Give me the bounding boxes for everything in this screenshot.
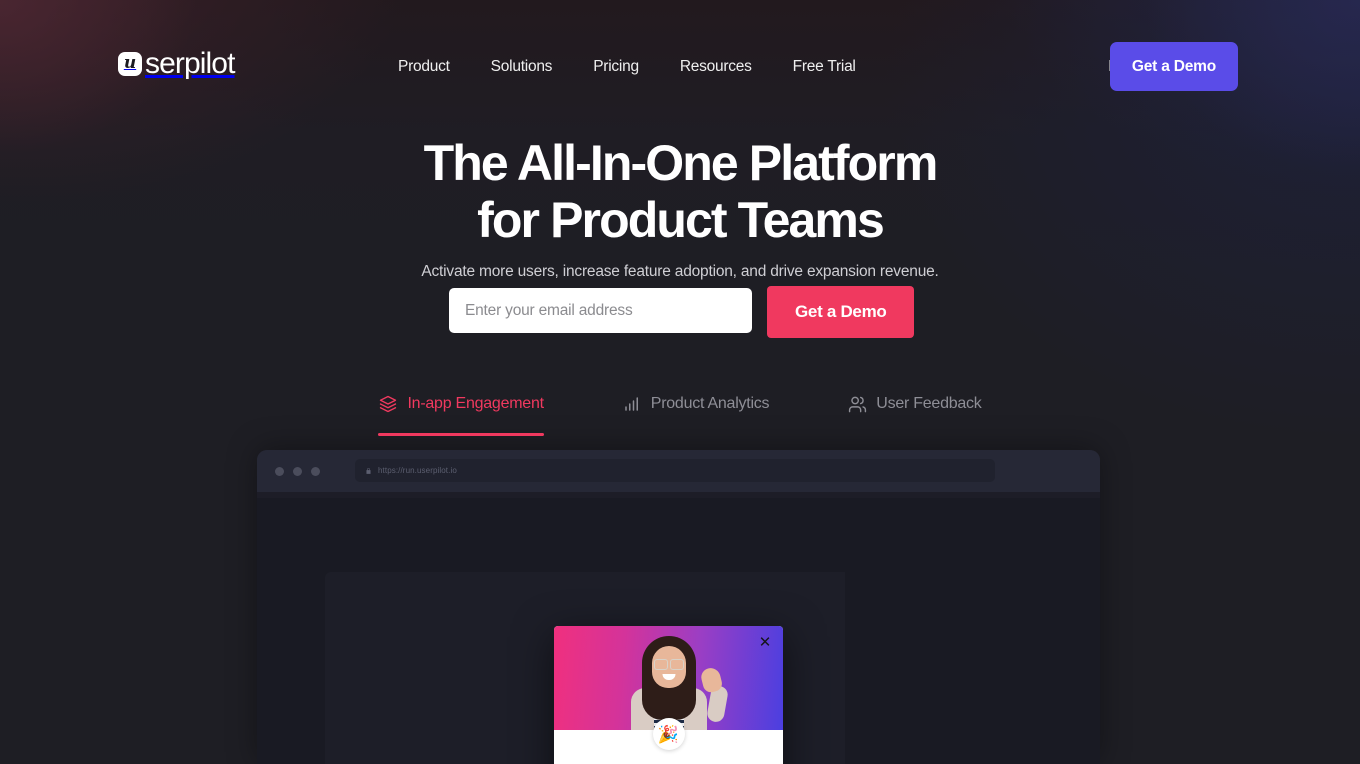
browser-url-bar[interactable]: https://run.userpilot.io [355, 459, 995, 482]
tab-label: Product Analytics [650, 395, 770, 412]
person-glasses [653, 659, 684, 670]
lock-icon [366, 467, 371, 474]
tab-active-underline [378, 433, 544, 436]
tab-in-app-engagement[interactable]: In-app Engagement [378, 386, 544, 436]
traffic-light-close-icon [275, 466, 284, 476]
feature-tabs: In-app Engagement Product Analytics User… [0, 386, 1360, 436]
logo-mark-icon: u [118, 52, 142, 76]
welcome-modal: ✕ 🎉 Hey {{name}}, 🤗 Welcome to Campfire! [554, 626, 783, 764]
tab-user-feedback[interactable]: User Feedback [847, 386, 982, 436]
headline-line-1: The All-In-One Platform [423, 135, 939, 191]
person-illustration [609, 634, 729, 730]
browser-viewport: ✕ 🎉 Hey {{name}}, 🤗 Welcome to Campfire! [257, 492, 1100, 764]
hero-get-a-demo-button[interactable]: Get a Demo [767, 286, 915, 338]
page-title: The All-In-One Platform for Product Team… [0, 138, 1360, 245]
site-header: u serpilot Product Solutions Pricing Res… [0, 0, 1360, 132]
hero-signup-form: Get a Demo [449, 286, 915, 338]
browser-chrome: https://run.userpilot.io [257, 450, 1100, 492]
party-popper-badge-icon: 🎉 [652, 718, 685, 750]
headline-line-2: for Product Teams [477, 192, 885, 248]
nav-item-product[interactable]: Product [398, 56, 450, 78]
nav-item-resources[interactable]: Resources [680, 56, 752, 78]
tab-product-analytics[interactable]: Product Analytics [622, 386, 770, 436]
logo-text: serpilot [145, 47, 235, 80]
browser-mockup: https://run.userpilot.io ✕ 🎉 [257, 450, 1100, 764]
modal-hero-image: ✕ [554, 626, 783, 730]
bar-chart-icon [622, 394, 642, 414]
traffic-light-minimize-icon [293, 466, 302, 476]
traffic-light-maximize-icon [311, 466, 320, 476]
users-icon [847, 394, 867, 414]
logo[interactable]: u serpilot [118, 46, 235, 82]
close-icon[interactable]: ✕ [757, 634, 773, 650]
header-get-a-demo-button[interactable]: Get a Demo [1109, 42, 1238, 91]
nav-item-free-trial[interactable]: Free Trial [793, 56, 856, 78]
nav-item-pricing[interactable]: Pricing [593, 56, 639, 78]
page-root: u serpilot Product Solutions Pricing Res… [0, 0, 1360, 764]
email-input[interactable] [449, 288, 752, 333]
hero-subheadline: Activate more users, increase feature ad… [421, 263, 939, 280]
layers-icon [378, 394, 398, 414]
tab-label: User Feedback [876, 395, 982, 412]
primary-nav: Product Solutions Pricing Resources Free… [398, 56, 856, 78]
tab-label: In-app Engagement [407, 395, 544, 412]
nav-item-solutions[interactable]: Solutions [491, 56, 553, 78]
browser-url-text: https://run.userpilot.io [378, 466, 457, 475]
